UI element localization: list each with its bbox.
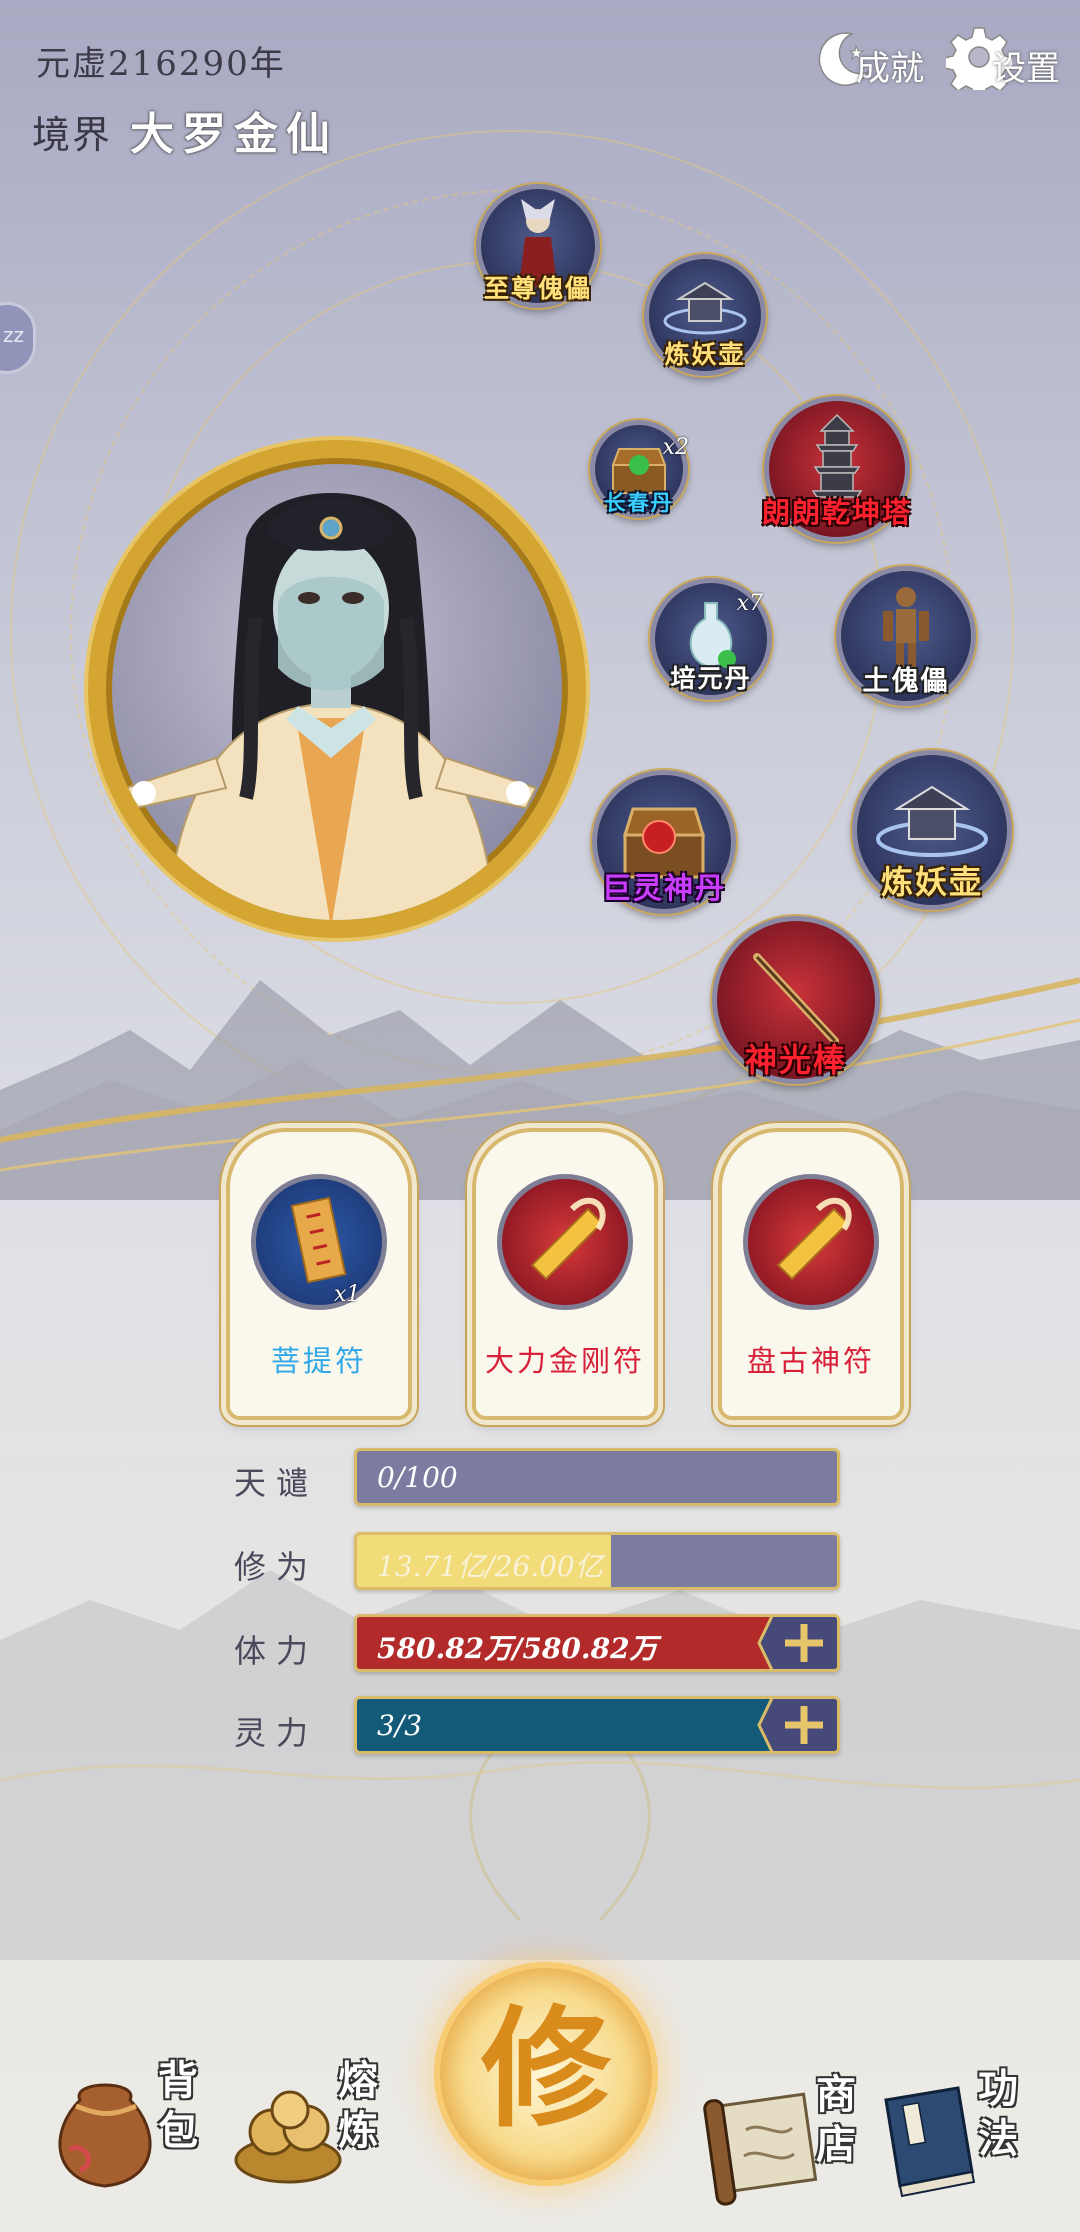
stat-bar-stamina: 580.82万/580.82万	[354, 1614, 840, 1672]
talisman-icon	[251, 1174, 387, 1310]
background-decoration	[0, 0, 1080, 2232]
stat-bar-heavenly-punishment: 0/100	[354, 1448, 840, 1506]
skills-label: 功法	[978, 2064, 1022, 2164]
side-tab-label: zz	[3, 323, 24, 347]
item-label: 炼妖壶	[880, 863, 984, 901]
smelt-label: 熔炼	[338, 2056, 382, 2156]
item-count: x7	[736, 591, 763, 616]
character-avatar	[124, 493, 538, 920]
item-slot-divine-light-staff[interactable]: 神光棒	[712, 916, 880, 1084]
item-label: 朗朗乾坤塔	[761, 496, 913, 529]
realm-value: 大罗金仙	[130, 109, 338, 160]
bag-button[interactable]: 背包	[40, 2056, 200, 2206]
item-slot-peiyuan-pill[interactable]: x7 培元丹	[650, 578, 772, 700]
shop-label: 商店	[816, 2070, 860, 2170]
bag-label: 背包	[158, 2056, 202, 2156]
item-slot-demon-refining-pot-2[interactable]: 炼妖壶	[852, 750, 1012, 910]
item-slot-demon-refining-pot[interactable]: 炼妖壶	[644, 254, 766, 376]
item-slot-supreme-puppet[interactable]: 至尊傀儡	[476, 184, 600, 308]
talisman-card-vajra[interactable]: 大力金刚符	[472, 1128, 658, 1420]
achievements-button[interactable]: 成就	[812, 16, 924, 90]
shop-button[interactable]: 商店	[700, 2070, 870, 2220]
stat-bar-spirit-power: 3/3	[354, 1696, 840, 1754]
bag-text: 背包	[158, 2057, 198, 2154]
talisman-name: 大力金刚符	[484, 1344, 645, 1378]
bar-value: 580.82万/580.82万	[377, 1632, 658, 1665]
cloth-bag-icon	[58, 2083, 152, 2188]
cultivate-label: 修	[480, 1992, 611, 2145]
achievements-label: 成就	[856, 49, 924, 89]
talisman-name: 盘古神符	[746, 1344, 875, 1378]
item-label: 土傀儡	[862, 666, 950, 697]
item-count: x2	[662, 435, 689, 460]
talisman-icon	[743, 1174, 879, 1310]
flaming-talisman-icon	[776, 1197, 852, 1281]
item-label: 神光棒	[744, 1041, 848, 1079]
talisman-count: x1	[334, 1282, 361, 1307]
item-slot-evergreen-pill[interactable]: x2 长春丹	[590, 420, 689, 518]
bar-value: 3/3	[377, 1709, 423, 1742]
talisman-card-bodhi[interactable]: x1 菩提符	[226, 1128, 412, 1420]
item-slot-qiankun-tower[interactable]: 朗朗乾坤塔	[761, 396, 913, 542]
realm-label: 境界	[32, 113, 113, 157]
settings-button[interactable]: 设置	[946, 16, 1060, 90]
item-label: 至尊傀儡	[483, 274, 593, 303]
character-portrait[interactable]	[88, 440, 586, 938]
talisman-icon	[497, 1174, 633, 1310]
skills-button[interactable]: 功法	[862, 2060, 1042, 2220]
shop-text: 商店	[816, 2071, 856, 2168]
item-label: 长春丹	[604, 490, 674, 515]
talisman-name: 菩提符	[270, 1344, 367, 1378]
stat-label-spirit-power: 灵力	[234, 1714, 319, 1752]
cultivate-button[interactable]: 修	[440, 1968, 652, 2180]
add-stamina-button[interactable]	[753, 1614, 839, 1672]
bar-value: 13.71亿/26.00亿	[377, 1550, 603, 1583]
stat-label-heavenly-punishment: 天谴	[234, 1464, 319, 1502]
smelt-text: 熔炼	[338, 2057, 378, 2154]
book-icon	[884, 2086, 976, 2198]
bar-value: 0/100	[377, 1461, 458, 1494]
item-label: 培元丹	[670, 664, 752, 693]
smelt-button[interactable]: 熔炼	[228, 2056, 388, 2206]
stat-label-cultivation: 修为	[234, 1548, 319, 1586]
game-year: 元虚216290年	[36, 44, 286, 84]
scroll-map-icon	[703, 2092, 818, 2206]
item-slot-earth-puppet[interactable]: 土傀儡	[836, 566, 976, 706]
flaming-talisman-icon	[530, 1197, 606, 1281]
stat-bar-cultivation: 13.71亿/26.00亿	[354, 1532, 840, 1590]
stat-label-stamina: 体力	[234, 1632, 319, 1670]
add-spirit-power-button[interactable]	[753, 1696, 839, 1754]
item-label: 巨灵神丹	[601, 871, 727, 905]
scroll-icon	[290, 1196, 347, 1284]
item-slot-giant-spirit-pill[interactable]: 巨灵神丹	[592, 770, 736, 914]
item-label: 炼妖壶	[664, 340, 746, 369]
settings-label: 设置	[992, 49, 1060, 89]
talisman-card-pangu[interactable]: 盘古神符	[718, 1128, 904, 1420]
skills-text: 功法	[978, 2065, 1018, 2162]
